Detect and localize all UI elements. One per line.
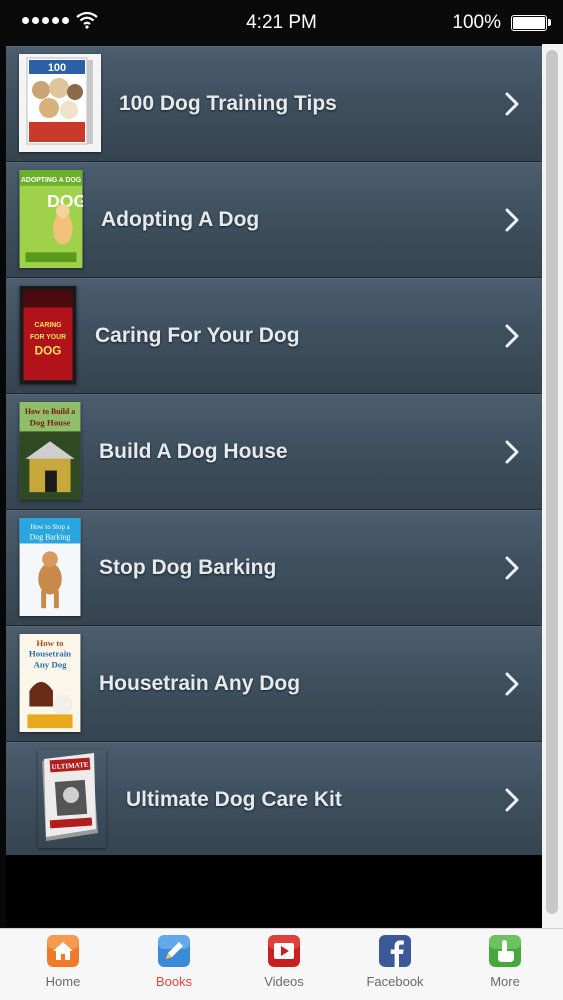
- list-item-title: Ultimate Dog Care Kit: [126, 788, 342, 811]
- hand-pointer-icon: [489, 935, 521, 967]
- tab-more[interactable]: More: [455, 929, 555, 1000]
- list-item[interactable]: ULTIMATE Ultimate Dog Care Kit: [6, 742, 542, 858]
- svg-text:CARING: CARING: [34, 322, 61, 329]
- svg-text:Housetrain: Housetrain: [29, 649, 71, 659]
- list-item-title: Housetrain Any Dog: [99, 672, 301, 695]
- list-item[interactable]: ADOPTING A DOG DOG Adopting A Dog: [6, 162, 542, 278]
- video-play-icon: [268, 935, 300, 967]
- list-item[interactable]: How to Stop a Dog Barking How to Stop a …: [6, 510, 542, 626]
- tab-more-label: More: [490, 974, 520, 989]
- chevron-right-icon: [505, 324, 519, 348]
- svg-text:Dog House: Dog House: [30, 418, 71, 428]
- pencil-icon: [158, 935, 190, 967]
- tab-home-label: Home: [45, 974, 81, 989]
- tab-books-label: Books: [155, 974, 193, 989]
- book-list: 100 100 Dog Training Tips ADOPTING A DOG…: [6, 46, 542, 858]
- tab-books[interactable]: Books: [124, 929, 224, 1000]
- scrollbar-thumb[interactable]: [546, 50, 558, 914]
- list-item-title: 100 Dog Training Tips: [119, 92, 337, 115]
- home-icon: [47, 935, 79, 967]
- list-item[interactable]: CARING FOR YOUR DOG CARING FOR YOUR DOG …: [6, 278, 542, 394]
- list-item[interactable]: 100 100 Dog Training Tips: [6, 46, 542, 162]
- tab-home[interactable]: Home: [13, 929, 113, 1000]
- book-cover-image: 100: [19, 54, 101, 152]
- cover-label: 100: [48, 62, 66, 74]
- book-cover-image: How to Build a Dog House How to Build a …: [19, 402, 81, 500]
- tab-videos[interactable]: Videos: [234, 929, 334, 1000]
- svg-text:FOR YOUR: FOR YOUR: [30, 334, 66, 341]
- book-cover-image: How to Housetrain Any Dog How to Housetr…: [19, 634, 81, 732]
- chevron-right-icon: [505, 788, 519, 812]
- list-item-title: Caring For Your Dog: [95, 324, 300, 347]
- svg-text:Dog Barking: Dog Barking: [30, 533, 71, 542]
- list-empty-area: [6, 855, 542, 927]
- list-item-title: Adopting A Dog: [101, 208, 260, 231]
- chevron-right-icon: [505, 208, 519, 232]
- list-item[interactable]: How to Housetrain Any Dog How to Housetr…: [6, 626, 542, 742]
- book-cover-image: ADOPTING A DOG DOG: [19, 170, 83, 268]
- book-cover-image: ULTIMATE: [42, 753, 98, 841]
- tab-bar: Home Books Videos Facebook More: [0, 928, 563, 1000]
- chevron-right-icon: [505, 556, 519, 580]
- chevron-right-icon: [505, 672, 519, 696]
- chevron-right-icon: [505, 92, 519, 116]
- battery-percentage: 100%: [452, 12, 501, 33]
- facebook-icon: [379, 935, 411, 967]
- battery-icon: [511, 15, 551, 31]
- app-screen: 4:21 PM 100% 100 100 Dog Training Tips A…: [0, 0, 563, 1000]
- tab-facebook[interactable]: Facebook: [345, 929, 445, 1000]
- list-item[interactable]: How to Build a Dog House How to Build a …: [6, 394, 542, 510]
- book-cover-image: CARING FOR YOUR DOG CARING FOR YOUR DOG: [19, 286, 77, 384]
- chevron-right-icon: [505, 440, 519, 464]
- tab-videos-label: Videos: [264, 974, 304, 989]
- book-cover-image: How to Stop a Dog Barking How to Stop a …: [19, 518, 81, 616]
- tab-facebook-label: Facebook: [366, 974, 424, 989]
- cover-label: ADOPTING A DOG: [21, 177, 81, 184]
- svg-text:How to Stop a: How to Stop a: [30, 524, 69, 531]
- list-item-title: Build A Dog House: [99, 440, 288, 463]
- svg-text:How to: How to: [36, 638, 64, 648]
- status-bar: 4:21 PM 100%: [0, 0, 563, 44]
- list-item-title: Stop Dog Barking: [99, 556, 277, 579]
- svg-text:How to Build a: How to Build a: [25, 407, 75, 416]
- svg-text:DOG: DOG: [35, 345, 62, 358]
- svg-text:Any Dog: Any Dog: [33, 659, 67, 669]
